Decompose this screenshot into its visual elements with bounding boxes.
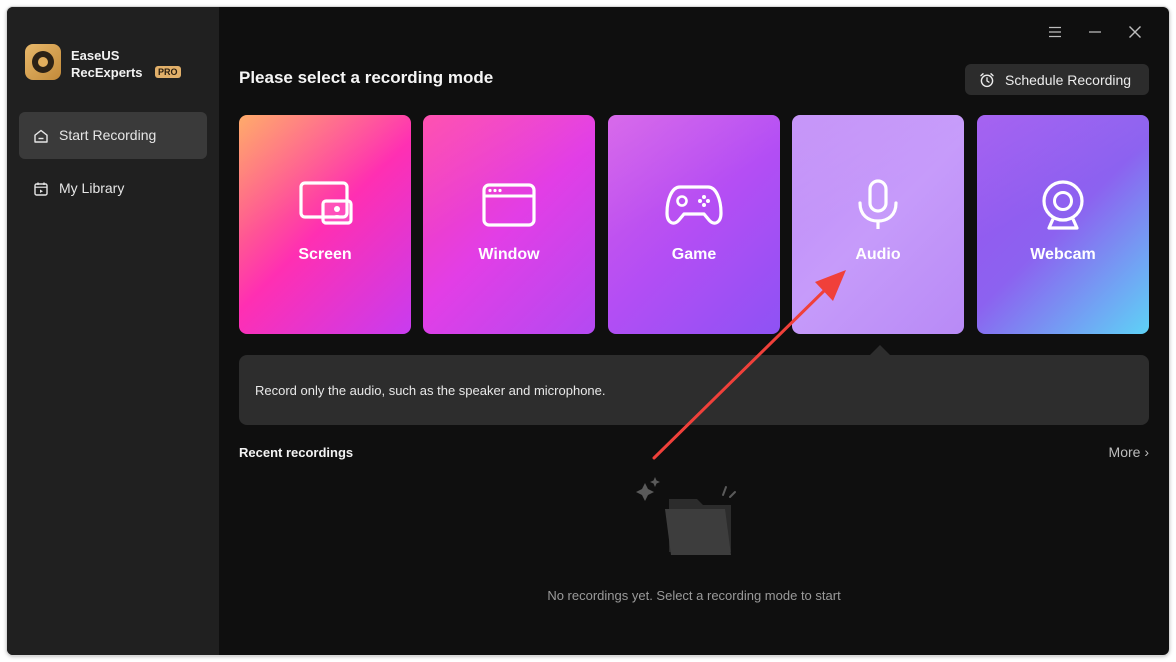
- mode-description-panel: Record only the audio, such as the speak…: [239, 355, 1149, 425]
- menu-icon[interactable]: [1047, 24, 1063, 40]
- mode-label: Audio: [855, 246, 901, 263]
- app-logo: [25, 44, 61, 80]
- main-panel: Please select a recording mode Schedule …: [219, 7, 1169, 655]
- minimize-icon[interactable]: [1087, 24, 1103, 40]
- sidebar-item-label: Start Recording: [59, 127, 157, 143]
- sidebar: EaseUS RecExperts PRO Start Recording My…: [7, 7, 219, 655]
- screen-icon: [299, 181, 353, 225]
- microphone-icon: [858, 179, 898, 229]
- more-label: More: [1108, 444, 1141, 460]
- app-window: EaseUS RecExperts PRO Start Recording My…: [7, 7, 1169, 655]
- page-title: Please select a recording mode: [239, 68, 494, 87]
- window-icon: [482, 183, 536, 227]
- brand-product: RecExperts: [71, 65, 143, 80]
- schedule-recording-button[interactable]: Schedule Recording: [965, 64, 1149, 95]
- library-icon: [34, 182, 48, 196]
- mode-card-webcam[interactable]: Webcam: [977, 115, 1149, 334]
- mode-label: Window: [478, 246, 540, 263]
- alarm-clock-icon: [980, 73, 994, 88]
- close-icon[interactable]: [1127, 24, 1143, 40]
- empty-state-message: No recordings yet. Select a recording mo…: [547, 588, 841, 603]
- mode-description: Record only the audio, such as the speak…: [255, 383, 606, 398]
- mode-card-audio[interactable]: Audio: [792, 115, 964, 334]
- chevron-right-icon: ›: [1144, 444, 1149, 460]
- mode-label: Game: [671, 246, 717, 263]
- schedule-recording-label: Schedule Recording: [1005, 72, 1132, 88]
- mode-label: Webcam: [1030, 246, 1096, 263]
- empty-folder-icon: [636, 477, 736, 555]
- recent-recordings-title: Recent recordings: [239, 445, 354, 460]
- brand-name: EaseUS: [71, 48, 120, 63]
- description-pointer: [870, 345, 890, 355]
- sidebar-item-start-recording[interactable]: Start Recording: [19, 112, 207, 159]
- webcam-icon: [1042, 180, 1084, 230]
- more-link[interactable]: More ›: [1109, 444, 1149, 460]
- sidebar-item-label: My Library: [59, 180, 125, 196]
- mode-card-window[interactable]: Window: [423, 115, 595, 334]
- mode-card-screen[interactable]: Screen: [239, 115, 411, 334]
- sidebar-item-my-library[interactable]: My Library: [19, 165, 207, 212]
- pro-badge: PRO: [155, 66, 181, 78]
- mode-label: Screen: [298, 246, 352, 263]
- gamepad-icon: [665, 185, 723, 225]
- mode-card-game[interactable]: Game: [608, 115, 780, 334]
- home-icon: [34, 129, 48, 143]
